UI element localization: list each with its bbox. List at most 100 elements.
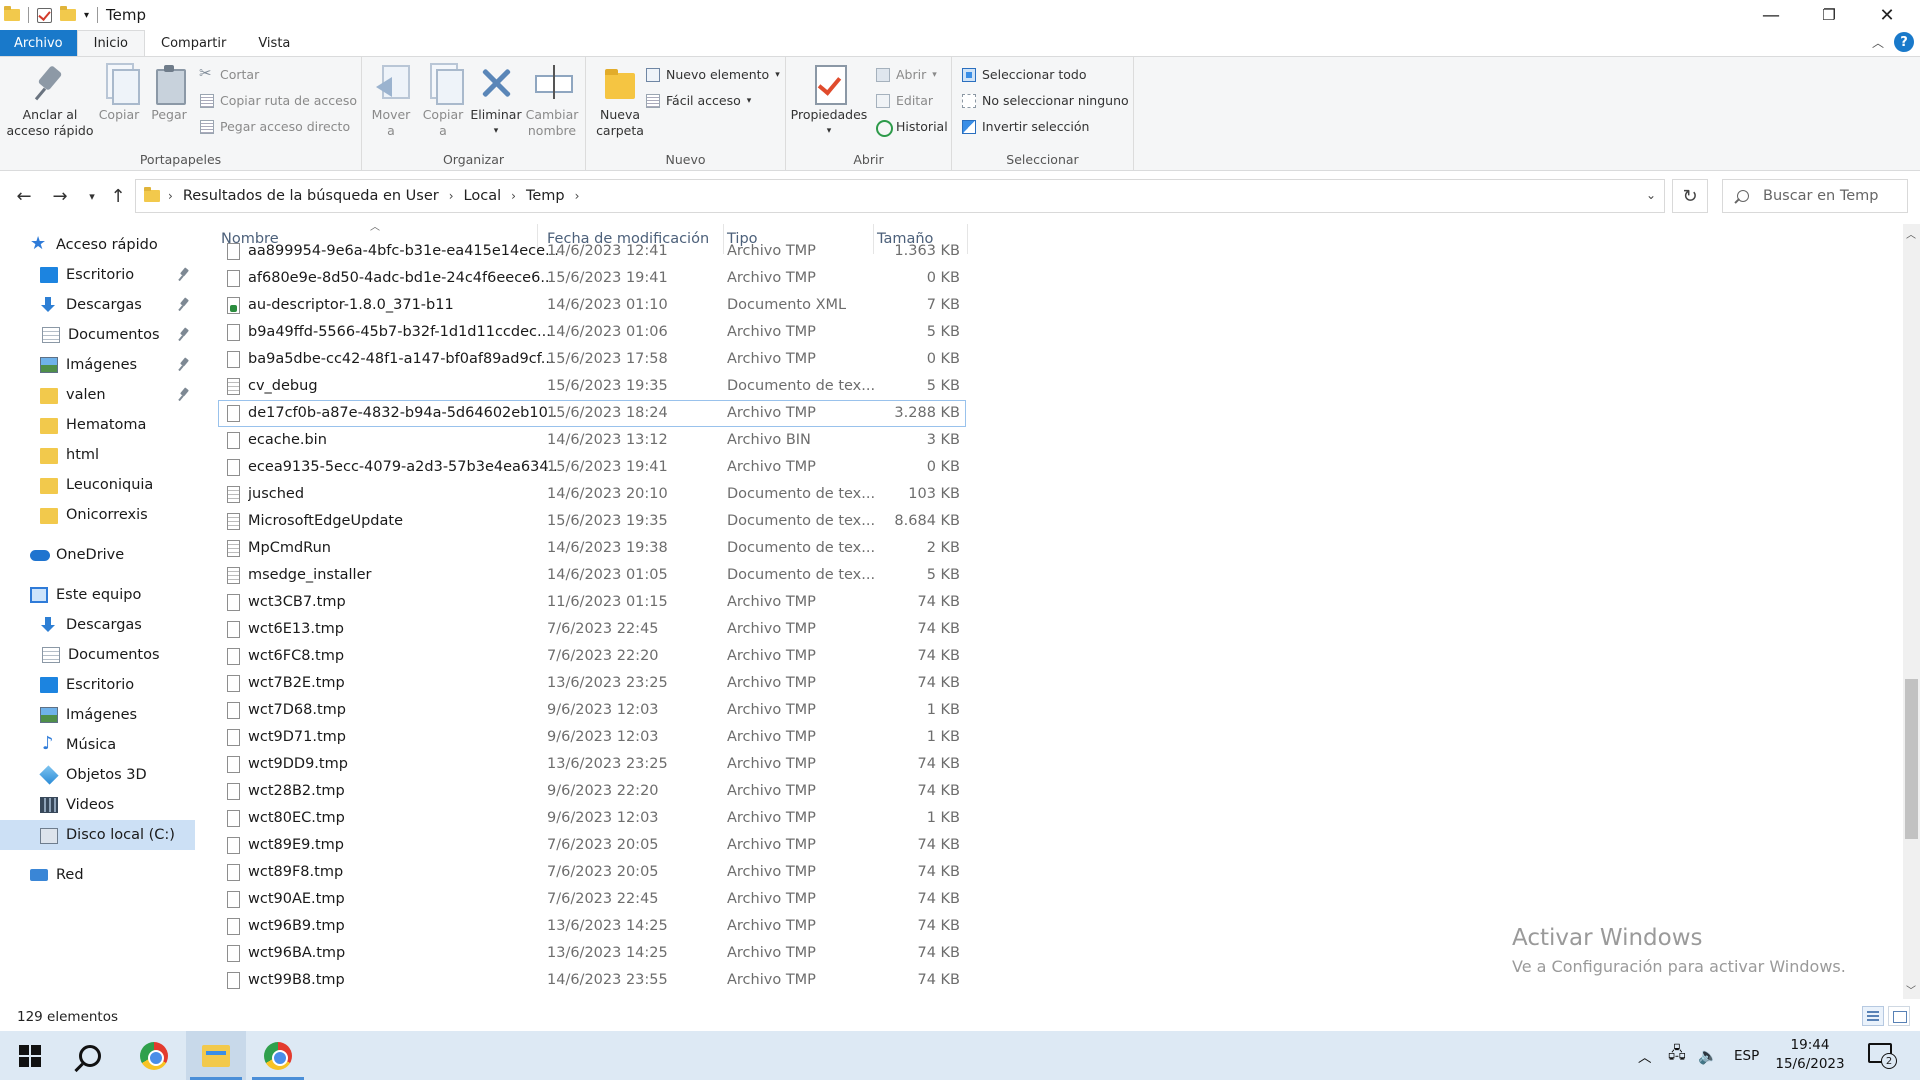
tab-archivo[interactable]: Archivo — [0, 30, 77, 56]
address-bar[interactable]: › Resultados de la búsqueda en User › Lo… — [135, 179, 1665, 213]
sidebar-item[interactable]: Descargas — [0, 610, 195, 640]
tab-compartir[interactable]: Compartir — [145, 30, 242, 56]
file-row[interactable]: jusched 14/6/2023 20:10 Documento de tex..… — [218, 481, 966, 508]
start-button[interactable] — [0, 1031, 60, 1080]
tab-inicio[interactable]: Inicio — [76, 30, 146, 56]
sidebar-item[interactable]: html — [0, 440, 195, 470]
file-row[interactable]: wct99B8.tmp 14/6/2023 23:55 Archivo TMP 74 … — [218, 967, 966, 994]
network-icon[interactable]: 🖧 — [1668, 1031, 1686, 1080]
move-to-button[interactable]: Mover a — [366, 63, 416, 139]
sidebar-item[interactable]: Acceso rápido — [0, 230, 195, 260]
pin-icon[interactable] — [179, 268, 189, 280]
file-row[interactable]: ecea9135-5ecc-4079-a2d3-57b3e4ea634... 15… — [218, 454, 966, 481]
sidebar-item[interactable]: Este equipo — [0, 580, 195, 610]
file-row[interactable]: MpCmdRun 14/6/2023 19:38 Documento de tex.… — [218, 535, 966, 562]
file-row[interactable]: wct96BA.tmp 13/6/2023 14:25 Archivo TMP 74 … — [218, 940, 966, 967]
vertical-scrollbar[interactable]: ︿ ﹀ — [1903, 224, 1920, 999]
sidebar-item[interactable]: Documentos — [0, 320, 195, 350]
scrollbar-thumb[interactable] — [1905, 679, 1918, 839]
copy-button[interactable]: Copiar — [96, 63, 142, 123]
sidebar-item[interactable]: Leuconiquia — [0, 470, 195, 500]
breadcrumb-temp[interactable]: Temp — [516, 188, 575, 204]
file-row[interactable]: wct28B2.tmp 9/6/2023 22:20 Archivo TMP 74 K… — [218, 778, 966, 805]
breadcrumb-local[interactable]: Local — [454, 188, 512, 204]
language-indicator[interactable]: ESP — [1734, 1031, 1759, 1080]
sidebar-item[interactable]: Disco local (C:) — [0, 820, 195, 850]
scroll-down-icon[interactable]: ﹀ — [1906, 982, 1916, 997]
file-row[interactable]: cv_debug 15/6/2023 19:35 Documento de tex.… — [218, 373, 966, 400]
search-input[interactable]: Buscar en Temp — [1722, 179, 1908, 213]
pin-icon[interactable] — [179, 358, 189, 370]
taskbar-search-button[interactable] — [60, 1031, 120, 1080]
taskbar-chrome-profile-button[interactable] — [248, 1031, 308, 1080]
file-row[interactable]: wct6FC8.tmp 7/6/2023 22:20 Archivo TMP 74 K… — [218, 643, 966, 670]
file-row[interactable]: de17cf0b-a87e-4832-b94a-5d64602eb10... 15… — [218, 400, 966, 427]
sidebar-item[interactable]: OneDrive — [0, 540, 195, 570]
file-row[interactable]: b9a49ffd-5566-45b7-b32f-1d1d11ccdec... 14… — [218, 319, 966, 346]
select-all-button[interactable]: Seleccionar todo — [962, 67, 1086, 82]
large-icons-view-icon[interactable] — [1888, 1006, 1910, 1026]
edit-button[interactable]: Editar — [876, 93, 933, 108]
paste-shortcut-button[interactable]: Pegar acceso directo — [200, 119, 350, 134]
sidebar-item[interactable]: Descargas — [0, 290, 195, 320]
clock[interactable]: 19:44 15/6/2023 — [1770, 1036, 1850, 1074]
sidebar-item[interactable]: Imágenes — [0, 350, 195, 380]
open-button[interactable]: Abrir ▾ — [876, 67, 937, 82]
back-arrow-icon[interactable]: ← — [10, 181, 38, 211]
file-row[interactable]: wct89E9.tmp 7/6/2023 20:05 Archivo TMP 74 K… — [218, 832, 966, 859]
file-row[interactable]: MicrosoftEdgeUpdate 15/6/2023 19:35 Docume… — [218, 508, 966, 535]
delete-button[interactable]: Eliminar ▾ — [470, 63, 522, 139]
sidebar-item[interactable]: Hematoma — [0, 410, 195, 440]
sidebar-item[interactable]: Escritorio — [0, 670, 195, 700]
breadcrumb-search-results[interactable]: Resultados de la búsqueda en User — [173, 188, 449, 204]
file-row[interactable]: af680e9e-8d50-4adc-bd1e-24c4f6eece6... 15… — [218, 265, 966, 292]
sidebar-item[interactable]: Imágenes — [0, 700, 195, 730]
sidebar-item[interactable]: Objetos 3D — [0, 760, 195, 790]
new-folder-button[interactable]: Nueva carpeta — [592, 63, 648, 139]
scroll-up-icon[interactable]: ︿ — [1906, 226, 1916, 241]
pin-icon[interactable] — [179, 328, 189, 340]
properties-check-icon[interactable] — [37, 7, 52, 23]
maximize-button[interactable]: ❐ — [1800, 0, 1858, 30]
file-row[interactable]: wct90AE.tmp 7/6/2023 22:45 Archivo TMP 74 K… — [218, 886, 966, 913]
file-row[interactable]: wct7B2E.tmp 13/6/2023 23:25 Archivo TMP 74 … — [218, 670, 966, 697]
sidebar-item[interactable]: Música — [0, 730, 195, 760]
minimize-button[interactable]: — — [1742, 0, 1800, 30]
sidebar-item[interactable]: Onicorrexis — [0, 500, 195, 530]
tab-vista[interactable]: Vista — [242, 30, 306, 56]
new-item-button[interactable]: Nuevo elemento ▾ — [646, 67, 780, 82]
sidebar-item[interactable]: Documentos — [0, 640, 195, 670]
collapse-ribbon-chevron-icon[interactable]: ︿ — [1872, 34, 1884, 51]
file-row[interactable]: ecache.bin 14/6/2023 13:12 Archivo BIN 3 KB — [218, 427, 966, 454]
cut-button[interactable]: Cortar — [199, 64, 259, 83]
invert-selection-button[interactable]: Invertir selección — [962, 119, 1089, 134]
file-row[interactable]: wct9D71.tmp 9/6/2023 12:03 Archivo TMP 1 KB — [218, 724, 966, 751]
properties-button[interactable]: Propiedades ▾ — [790, 63, 868, 139]
forward-arrow-icon[interactable]: → — [46, 181, 74, 211]
file-row[interactable]: aa899954-9e6a-4bfc-b31e-ea415e14ece... 14… — [218, 238, 966, 265]
customize-toolbar-chevron-icon[interactable]: ▾ — [84, 10, 89, 21]
file-row[interactable]: wct89F8.tmp 7/6/2023 20:05 Archivo TMP 74 K… — [218, 859, 966, 886]
sidebar-item[interactable]: Red — [0, 860, 195, 890]
select-none-button[interactable]: No seleccionar ninguno — [962, 93, 1129, 108]
file-row[interactable]: wct7D68.tmp 9/6/2023 12:03 Archivo TMP 1 KB — [218, 697, 966, 724]
easy-access-button[interactable]: Fácil acceso ▾ — [646, 93, 751, 108]
close-button[interactable]: ✕ — [1858, 0, 1916, 30]
recent-locations-chevron-icon[interactable]: ▾ — [78, 181, 106, 211]
volume-icon[interactable]: 🔈 — [1698, 1031, 1718, 1080]
address-dropdown-chevron-icon[interactable]: ⌄ — [1646, 188, 1656, 202]
up-arrow-icon[interactable]: ↑ — [104, 181, 132, 211]
new-folder-icon[interactable] — [60, 6, 76, 21]
sidebar-item[interactable]: Escritorio — [0, 260, 195, 290]
pin-icon[interactable] — [179, 298, 189, 310]
sidebar-item[interactable]: Videos — [0, 790, 195, 820]
file-row[interactable]: msedge_installer 14/6/2023 01:05 Documento… — [218, 562, 966, 589]
file-row[interactable]: au-descriptor-1.8.0_371-b11 14/6/2023 01:… — [218, 292, 966, 319]
refresh-icon[interactable]: ↻ — [1672, 179, 1708, 213]
pin-icon[interactable] — [179, 388, 189, 400]
pin-quick-access-button[interactable]: Anclar al acceso rápido — [6, 63, 94, 139]
file-row[interactable]: ba9a5dbe-cc42-48f1-a147-bf0af89ad9cf... 1… — [218, 346, 966, 373]
file-row[interactable]: wct80EC.tmp 9/6/2023 12:03 Archivo TMP 1 KB — [218, 805, 966, 832]
file-row[interactable]: wct96B9.tmp 13/6/2023 14:25 Archivo TMP 74 … — [218, 913, 966, 940]
paste-button[interactable]: Pegar — [146, 63, 192, 123]
